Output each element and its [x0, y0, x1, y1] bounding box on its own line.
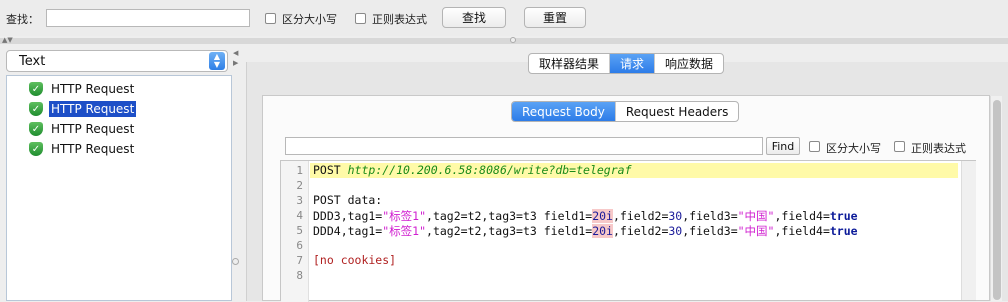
case-sensitive-checkbox[interactable] [265, 13, 276, 24]
success-shield-icon: ✓ [29, 122, 43, 136]
tree-item[interactable]: ✓ HTTP Request [29, 140, 136, 158]
tab-sampler-result[interactable]: 取样器结果 [529, 54, 611, 73]
tree-item-label: HTTP Request [49, 101, 137, 117]
line-number: 8 [296, 269, 303, 282]
collapse-up-icon[interactable]: ▲▼ [2, 36, 13, 44]
tree-item-label: HTTP Request [51, 82, 135, 96]
tab-request-body[interactable]: Request Body [512, 102, 616, 121]
horizontal-splitter[interactable]: ▲▼ [0, 36, 1008, 44]
tab-request-headers[interactable]: Request Headers [616, 102, 739, 121]
code-text: ,field3= [682, 209, 738, 223]
code-number: 20i [592, 224, 613, 238]
panel-scrollbar[interactable] [990, 96, 1002, 301]
line-number: 4 [296, 209, 303, 222]
tree-item-label: HTTP Request [51, 142, 135, 156]
success-shield-icon: ✓ [29, 102, 43, 116]
code-number: 20i [592, 209, 613, 223]
code-text: DDD3,tag1= [313, 209, 383, 223]
tab-request[interactable]: 请求 [610, 54, 656, 73]
result-tabs: 取样器结果 请求 响应数据 [528, 53, 725, 74]
body-case-sensitive-checkbox[interactable] [809, 141, 820, 152]
request-body-editor[interactable]: 1 2 3 4 5 6 7 8 POST http://10.200.6.58:… [280, 160, 976, 302]
code-text: ,field4= [774, 224, 830, 238]
regex-label: 正则表达式 [372, 13, 427, 26]
line-number: 7 [296, 254, 303, 267]
code-number: 30 [668, 224, 683, 238]
success-shield-icon: ✓ [29, 142, 43, 156]
code-text: DDD4,tag1= [313, 224, 383, 238]
search-input[interactable] [46, 9, 250, 27]
http-method: POST [313, 163, 348, 177]
find-button[interactable]: 查找 [442, 7, 506, 28]
regex-checkbox[interactable] [355, 13, 366, 24]
line-number: 6 [296, 239, 303, 252]
body-regex-label: 正则表达式 [911, 142, 966, 155]
code-line-5: DDD4,tag1="标签1",tag2=t2,tag3=t3 field1=2… [313, 223, 858, 239]
panel-scrollbar-thumb[interactable] [993, 100, 1001, 300]
tree-item-selected[interactable]: ✓ HTTP Request [29, 100, 137, 118]
code-line-4: DDD3,tag1="标签1",tag2=t2,tag3=t3 field1=2… [313, 208, 858, 224]
body-find-button[interactable]: Find [766, 137, 800, 155]
reset-button[interactable]: 重置 [524, 7, 586, 28]
tree-item[interactable]: ✓ HTTP Request [29, 80, 136, 98]
body-case-sensitive-label: 区分大小写 [826, 142, 881, 155]
renderer-select[interactable]: Text ▲ ▼ [6, 50, 228, 72]
code-text: ,tag2=t2,tag3=t3 field1= [426, 209, 593, 223]
tab-response-data[interactable]: 响应数据 [655, 54, 723, 73]
code-text: ,tag2=t2,tag3=t3 field1= [426, 224, 593, 238]
code-text: ,field4= [774, 209, 830, 223]
line-number: 2 [296, 179, 303, 192]
success-shield-icon: ✓ [29, 82, 43, 96]
code-text: ,field2= [612, 224, 669, 238]
code-line-7: [no cookies] [313, 253, 397, 267]
code-text: ,field2= [612, 209, 669, 223]
request-url: http://10.200.6.58:8086/write?db=telegra… [347, 163, 632, 177]
code-string: "中国" [737, 224, 775, 238]
code-line-3: POST data: [313, 193, 383, 207]
code-text: ,field3= [682, 224, 738, 238]
line-number: 5 [296, 224, 303, 237]
body-regex-checkbox[interactable] [894, 141, 905, 152]
splitter-handle-icon[interactable] [510, 37, 516, 43]
code-number: 30 [668, 209, 683, 223]
code-line-1: POST http://10.200.6.58:8086/write?db=te… [313, 163, 632, 177]
tree-item-label: HTTP Request [51, 122, 135, 136]
search-label: 查找： [6, 13, 39, 26]
tree-item[interactable]: ✓ HTTP Request [29, 120, 136, 138]
body-search-input[interactable] [285, 137, 763, 155]
code-string: "标签1" [382, 224, 427, 238]
chevron-updown-icon: ▲ ▼ [209, 52, 225, 70]
code-string: "中国" [737, 209, 775, 223]
search-toolbar: 查找： 区分大小写 正则表达式 查找 重置 [0, 0, 1008, 36]
editor-scrollbar[interactable] [961, 161, 976, 300]
code-keyword: true [829, 224, 858, 238]
sampler-tree: ✓ HTTP Request ✓ HTTP Request ✓ HTTP Req… [6, 75, 232, 301]
line-number: 3 [296, 194, 303, 207]
code-string: "标签1" [382, 209, 427, 223]
renderer-select-value: Text [19, 53, 46, 69]
collapse-left-right-icon[interactable]: ◀ ▶ [233, 48, 238, 68]
code-keyword: true [829, 209, 858, 223]
case-sensitive-label: 区分大小写 [282, 13, 337, 26]
vertical-splitter-handle-icon[interactable] [232, 258, 239, 265]
request-tabs: Request Body Request Headers [511, 101, 740, 122]
line-number: 1 [296, 164, 303, 177]
